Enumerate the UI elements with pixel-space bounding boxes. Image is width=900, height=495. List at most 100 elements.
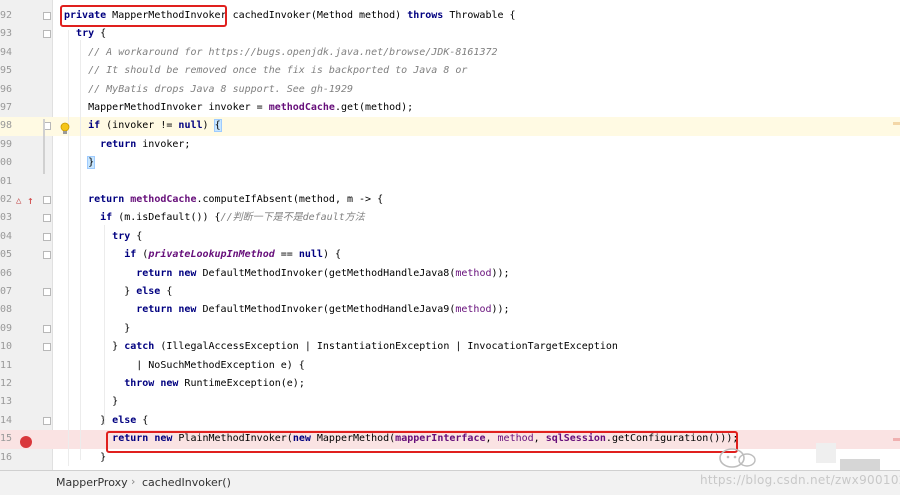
code-text: // It should be removed once the fix is … xyxy=(64,62,467,80)
breadcrumb-method[interactable]: cachedInvoker() xyxy=(142,476,231,489)
code-line[interactable]: 04 try { xyxy=(0,228,900,246)
code-token: if xyxy=(88,120,101,132)
code-text: } else { xyxy=(64,412,148,430)
line-number: 96 xyxy=(0,83,13,95)
code-token: { xyxy=(94,28,107,40)
breakpoint-icon[interactable] xyxy=(20,436,32,448)
code-token: ( xyxy=(136,249,149,261)
code-token: { xyxy=(213,119,222,133)
fold-toggle-icon[interactable] xyxy=(43,324,51,333)
breadcrumb-separator-icon: › xyxy=(131,475,136,488)
code-line[interactable]: 02 return methodCache.computeIfAbsent(me… xyxy=(0,191,900,209)
line-number: 09 xyxy=(0,322,13,334)
line-number: 10 xyxy=(0,341,13,353)
line-number: 97 xyxy=(0,102,13,113)
fold-toggle-icon[interactable] xyxy=(43,251,51,260)
comment-link[interactable]: backported xyxy=(329,65,389,76)
lightbulb-icon[interactable] xyxy=(60,122,70,135)
code-token: .computeIfAbsent(method, m -> { xyxy=(196,194,384,205)
fold-toggle-icon[interactable] xyxy=(43,416,51,425)
code-token: DefaultMethodInvoker(getMethodHandleJava… xyxy=(196,304,456,316)
code-text: } xyxy=(64,393,118,411)
code-token: (IllegalAccessException | InstantiationE… xyxy=(154,341,618,353)
code-token: catch xyxy=(124,341,155,353)
code-token: )); xyxy=(491,267,510,279)
line-number: 98 xyxy=(0,120,13,132)
line-number: 12 xyxy=(0,378,13,389)
code-token: (invoker != xyxy=(100,120,179,132)
line-number: 00 xyxy=(0,157,13,169)
line-number: 92 xyxy=(0,10,13,21)
code-text: | NoSuchMethodException e) { xyxy=(64,357,305,375)
code-token: } xyxy=(64,451,107,463)
code-text: } xyxy=(64,449,106,467)
code-token: ) { xyxy=(322,249,341,261)
code-line[interactable]: 95 // It should be removed once the fix … xyxy=(0,62,900,80)
code-token: return new xyxy=(136,304,197,316)
code-token: == xyxy=(274,249,299,261)
fold-toggle-icon[interactable] xyxy=(43,288,51,296)
code-token: .get(method); xyxy=(334,102,414,113)
arrow-up-icon: ↑ xyxy=(27,194,34,207)
line-number: 04 xyxy=(0,230,13,242)
fold-toggle-icon[interactable] xyxy=(43,30,51,39)
indent-guide xyxy=(104,225,105,425)
annotation-box-method-signature xyxy=(60,5,227,27)
code-token: if xyxy=(124,249,137,261)
code-text: return methodCache.computeIfAbsent(metho… xyxy=(64,191,383,209)
code-line[interactable]: 98 if (invoker != null) { xyxy=(0,117,900,136)
code-token: } xyxy=(87,156,96,170)
fold-toggle-icon[interactable] xyxy=(43,343,51,352)
code-line[interactable]: 14 } else { xyxy=(0,412,900,430)
line-number: 01 xyxy=(0,175,13,187)
code-token: // A workaround for xyxy=(88,46,209,58)
fold-toggle-icon[interactable] xyxy=(43,232,51,241)
code-line[interactable]: 03 if (m.isDefault()) {//判断一下是不是default方… xyxy=(0,209,900,227)
code-line[interactable]: 06 return new DefaultMethodInvoker(getMe… xyxy=(0,265,900,283)
fold-toggle-icon[interactable] xyxy=(43,214,51,223)
code-line[interactable]: 00 } xyxy=(0,154,900,172)
code-line[interactable]: 94 // A workaround for https://bugs.open… xyxy=(0,44,900,62)
comment-link[interactable]: https://bugs.openjdk.java.net/browse/JDK… xyxy=(209,47,498,58)
code-line[interactable]: 09 } xyxy=(0,320,900,338)
code-token: invoker; xyxy=(136,138,191,150)
wechat-logo-icon xyxy=(718,445,758,471)
line-number: 99 xyxy=(0,138,13,150)
line-number: 05 xyxy=(0,249,13,261)
code-line[interactable]: 12 throw new RuntimeException(e); xyxy=(0,375,900,393)
line-number: 95 xyxy=(0,65,13,77)
code-token: try xyxy=(112,230,131,242)
code-token: null xyxy=(178,120,203,132)
code-token: else xyxy=(112,414,137,426)
code-line[interactable]: 10 } catch (IllegalAccessException | Ins… xyxy=(0,338,900,356)
code-token: try xyxy=(76,28,95,40)
fold-toggle-icon[interactable] xyxy=(43,196,51,204)
code-line[interactable]: 01 xyxy=(0,173,900,191)
code-editor[interactable]: 92 private MapperMethodInvoker cachedInvo… xyxy=(0,0,900,470)
code-token: else xyxy=(136,286,161,297)
code-line[interactable]: 99 return invoker; xyxy=(0,136,900,154)
code-line[interactable]: 97 MapperMethodInvoker invoker = methodC… xyxy=(0,99,900,117)
code-line[interactable]: 13 } xyxy=(0,393,900,411)
code-line[interactable]: 96 // MyBatis drops Java 8 support. See … xyxy=(0,81,900,99)
code-text: } catch (IllegalAccessException | Instan… xyxy=(64,338,618,356)
breadcrumb-class[interactable]: MapperProxy xyxy=(56,476,128,489)
code-text: throw new RuntimeException(e); xyxy=(64,375,305,393)
fold-toggle-icon[interactable] xyxy=(43,12,51,20)
code-token: (m.isDefault()) { xyxy=(112,212,221,224)
scroll-marker xyxy=(893,438,900,441)
code-token: methodCache xyxy=(268,102,335,113)
code-line[interactable]: 08 return new DefaultMethodInvoker(getMe… xyxy=(0,301,900,319)
overriding-method-icon[interactable]: △ xyxy=(16,196,21,206)
line-number: 02 xyxy=(0,194,13,205)
code-token: } xyxy=(64,396,119,408)
indent-guide xyxy=(80,40,81,460)
code-line[interactable]: 05 if (privateLookupInMethod == null) { xyxy=(0,246,900,264)
code-line[interactable]: 93 try { xyxy=(0,25,900,43)
code-token: { xyxy=(160,286,173,297)
code-line[interactable]: 07 } else { xyxy=(0,283,900,301)
code-line[interactable]: 11 | NoSuchMethodException e) { xyxy=(0,357,900,375)
